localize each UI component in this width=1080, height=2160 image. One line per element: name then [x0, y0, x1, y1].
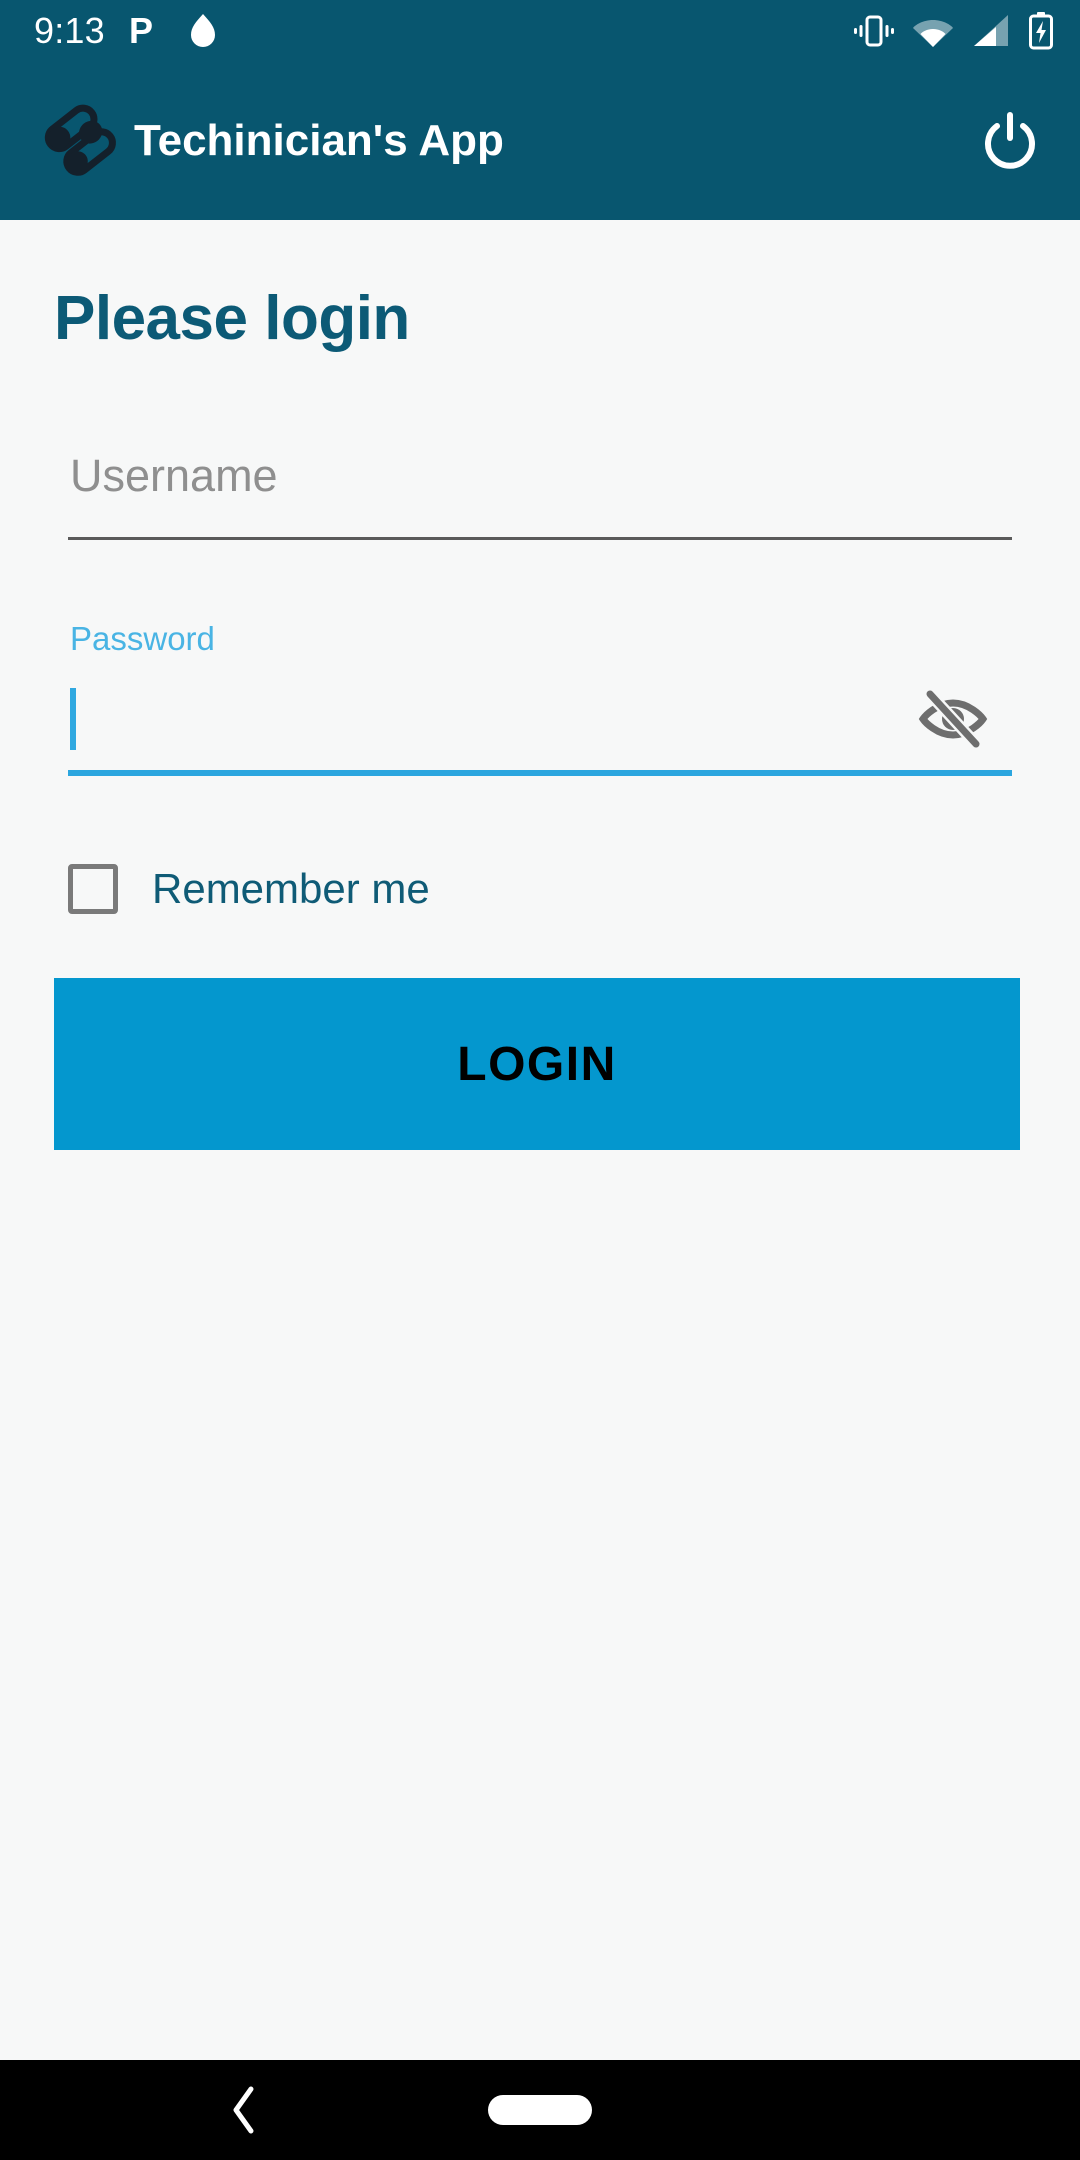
page-title: Please login: [54, 284, 410, 353]
password-underline: [68, 770, 1012, 776]
remember-me-label: Remember me: [152, 865, 430, 912]
eye-off-icon: [918, 688, 988, 750]
app-title: Techinician's App: [134, 116, 504, 165]
app-bar: Techinician's App: [0, 62, 1080, 220]
back-chevron-icon: [233, 2086, 254, 2134]
phone-screen: 9:13 P Techinician's App Please login Us…: [0, 0, 1080, 2160]
chain-link-logo-icon: [44, 104, 116, 176]
battery-charging-icon: [1029, 12, 1053, 50]
status-clock: 9:13: [34, 10, 105, 51]
password-caret: [70, 688, 76, 750]
remember-me-checkbox[interactable]: [68, 864, 118, 914]
vibrate-icon: [854, 15, 894, 47]
cellular-signal-icon: [974, 15, 1008, 46]
password-visibility-toggle[interactable]: [910, 676, 996, 762]
status-bar: 9:13 P: [0, 0, 1080, 62]
nav-back-button[interactable]: [210, 2075, 280, 2145]
parking-p-icon: P: [129, 12, 153, 50]
power-button[interactable]: [970, 101, 1050, 181]
password-field[interactable]: Password: [68, 620, 1012, 820]
flame-icon: [190, 14, 215, 47]
login-button[interactable]: LOGIN: [54, 978, 1020, 1150]
username-underline: [68, 537, 1012, 540]
status-bar-left: 9:13 P: [34, 10, 219, 52]
power-icon: [985, 112, 1035, 169]
password-label: Password: [70, 620, 215, 657]
svg-text:P: P: [129, 12, 153, 50]
remember-me-row[interactable]: Remember me: [68, 864, 430, 914]
status-bar-right: [854, 12, 1054, 50]
wifi-icon: [913, 20, 953, 47]
system-nav-bar: [0, 2060, 1080, 2160]
username-placeholder: Username: [70, 450, 278, 501]
username-field[interactable]: Username: [68, 440, 1012, 540]
nav-home-pill[interactable]: [488, 2095, 592, 2125]
login-content: Please login Username Password Remember …: [0, 220, 1080, 2060]
